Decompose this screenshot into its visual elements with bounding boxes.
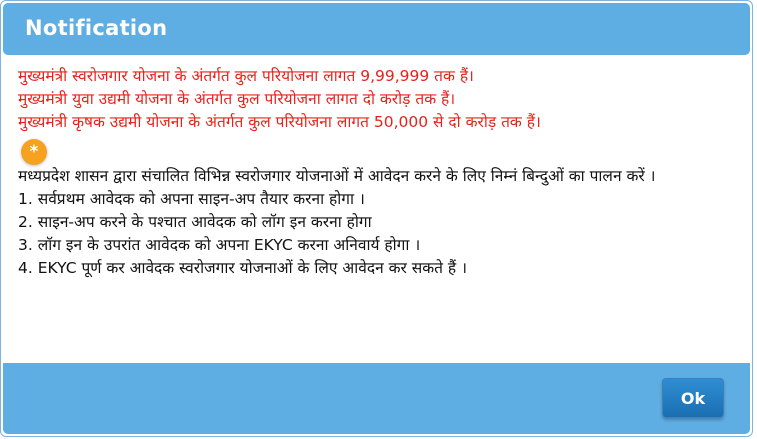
highlight-line-1: मुख्यमंत्री स्वरोजगार योजना के अंतर्गत क…: [18, 67, 474, 85]
highlight-line-2: मुख्यमंत्री युवा उद्यमी योजना के अंतर्गत…: [18, 90, 456, 108]
instruction-step-1: 1. सर्वप्रथम आवेदक को अपना साइन-अप तैयार…: [18, 190, 365, 208]
dialog-title: Notification: [25, 16, 168, 40]
instructions-block: मध्यप्रदेश शासन द्वारा संचालित विभिन्न स…: [18, 165, 743, 280]
highlight-line-3: मुख्यमंत्री कृषक उद्यमी योजना के अंतर्गत…: [18, 113, 541, 131]
instruction-step-4: 4. EKYC पूर्ण कर आवेदक स्वरोजगार योजनाओं…: [18, 259, 467, 277]
dialog-titlebar: Notification: [3, 3, 750, 55]
dialog-footer: Ok: [3, 363, 750, 434]
instructions-intro: मध्यप्रदेश शासन द्वारा संचालित विभिन्न स…: [18, 167, 656, 185]
dialog-body: मुख्यमंत्री स्वरोजगार योजना के अंतर्गत क…: [18, 65, 742, 277]
star-badge-icon: *: [21, 139, 47, 165]
instruction-step-2: 2. साइन-अप करने के पश्चात आवेदक को लॉग इ…: [18, 213, 372, 231]
instruction-step-3: 3. लॉग इन के उपरांत आवेदक को अपना EKYC क…: [18, 236, 421, 254]
ok-button[interactable]: Ok: [662, 378, 724, 418]
notification-dialog: Notification मुख्यमंत्री स्वरोजगार योजना…: [0, 0, 753, 437]
